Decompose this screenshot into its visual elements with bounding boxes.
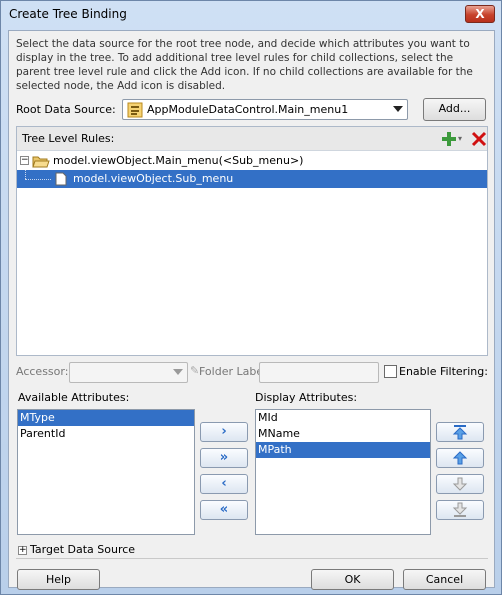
display-attributes-list[interactable]: MId MName MPath: [255, 409, 431, 535]
list-item[interactable]: MType: [18, 410, 194, 426]
tree-node-label: model.viewObject.Main_menu(<Sub_menu>): [53, 154, 304, 167]
available-attributes-label: Available Attributes:: [18, 391, 130, 404]
move-to-top-icon: [452, 425, 468, 440]
tree-connector: [25, 179, 51, 180]
pencil-icon: ✎: [190, 364, 200, 377]
root-data-source-value: AppModuleDataControl.Main_menu1: [147, 103, 349, 116]
delete-rule-icon[interactable]: [471, 131, 487, 147]
document-icon: [55, 172, 67, 186]
move-up-icon: [452, 451, 468, 465]
tree-node-main-menu[interactable]: − model.viewObject.Main_menu(<Sub_menu>): [17, 152, 487, 170]
tree-level-rules-label: Tree Level Rules:: [22, 132, 115, 145]
folder-label-field[interactable]: [259, 362, 379, 383]
close-button[interactable]: X: [465, 5, 495, 23]
folder-open-icon: [32, 156, 50, 168]
remove-selected-button[interactable]: ‹: [200, 474, 248, 494]
list-item[interactable]: MPath: [256, 442, 430, 458]
move-down-button[interactable]: [436, 474, 484, 494]
available-attributes-list[interactable]: MType ParentId: [17, 409, 195, 535]
move-to-top-button[interactable]: [436, 422, 484, 442]
tree-connector: [25, 170, 26, 179]
title-bar: Create Tree Binding: [1, 1, 501, 29]
accessor-combo[interactable]: [69, 362, 188, 383]
dropdown-arrow-icon: [393, 106, 403, 112]
tree-node-sub-menu[interactable]: model.viewObject.Sub_menu: [17, 170, 487, 188]
tree-node-label: model.viewObject.Sub_menu: [73, 172, 234, 185]
help-button[interactable]: Help: [17, 569, 100, 590]
window-title: Create Tree Binding: [9, 7, 127, 21]
data-control-icon: [127, 102, 143, 118]
add-data-source-button[interactable]: Add...: [423, 98, 486, 121]
remove-all-button[interactable]: «: [200, 500, 248, 520]
expand-icon[interactable]: +: [18, 546, 27, 555]
collapse-icon[interactable]: −: [20, 156, 29, 165]
root-data-source-combo[interactable]: AppModuleDataControl.Main_menu1: [122, 99, 408, 120]
instructions-text: Select the data source for the root tree…: [16, 38, 473, 92]
cancel-button[interactable]: Cancel: [403, 569, 486, 590]
move-to-bottom-icon: [452, 502, 468, 517]
move-all-button[interactable]: »: [200, 448, 248, 468]
add-rule-dropdown-icon[interactable]: ▾: [458, 134, 462, 143]
accessor-label: Accessor:: [16, 365, 69, 378]
target-data-source-label[interactable]: Target Data Source: [30, 543, 135, 556]
create-tree-binding-dialog: Create Tree Binding X Select the data so…: [0, 0, 502, 595]
tree-level-rules-panel: Tree Level Rules: ▾ − model.viewObject.M…: [16, 126, 488, 356]
list-item[interactable]: MName: [256, 426, 430, 442]
dropdown-arrow-icon: [173, 369, 183, 375]
move-selected-button[interactable]: ›: [200, 422, 248, 442]
enable-filtering-label: Enable Filtering:: [399, 365, 488, 378]
move-up-button[interactable]: [436, 448, 484, 468]
move-down-icon: [452, 477, 468, 491]
list-item[interactable]: MId: [256, 410, 430, 426]
ok-button[interactable]: OK: [311, 569, 394, 590]
display-attributes-label: Display Attributes:: [255, 391, 358, 404]
move-to-bottom-button[interactable]: [436, 500, 484, 520]
add-rule-icon[interactable]: [441, 131, 457, 147]
dialog-content: Select the data source for the root tree…: [8, 30, 495, 590]
root-data-source-label: Root Data Source:: [16, 103, 116, 116]
tree-level-rules-header: Tree Level Rules: ▾: [17, 127, 487, 151]
divider: [16, 558, 488, 559]
enable-filtering-checkbox[interactable]: [384, 365, 397, 378]
list-item[interactable]: ParentId: [18, 426, 194, 442]
